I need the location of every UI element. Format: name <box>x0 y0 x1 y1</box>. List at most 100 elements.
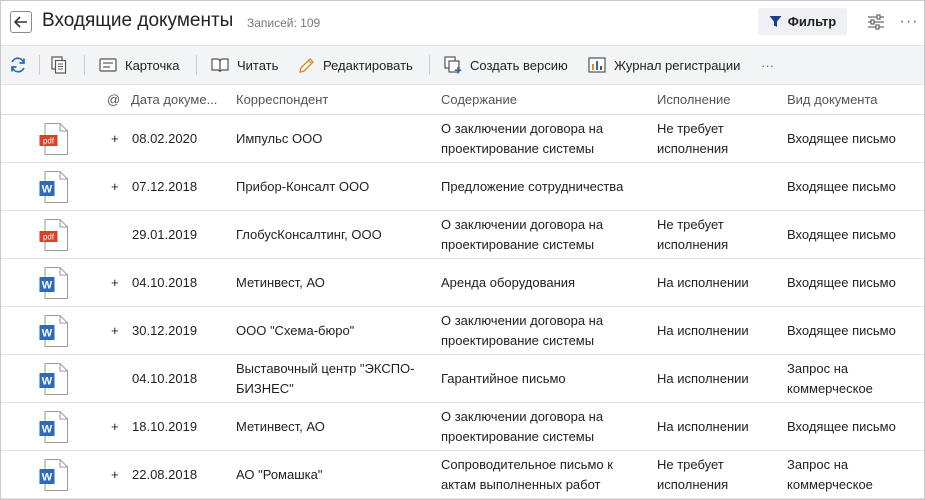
svg-text:W: W <box>42 472 53 484</box>
cell-document-type: Входящее письмо <box>787 179 896 194</box>
column-document-type[interactable]: Вид документа <box>787 92 878 107</box>
column-date[interactable]: Дата докуме... <box>131 92 217 107</box>
word-file-icon: W <box>39 171 69 203</box>
read-button[interactable]: Читать <box>211 46 278 84</box>
column-attachments[interactable]: @ <box>107 92 120 107</box>
table-row[interactable]: W +04.10.2018 Метинвест, АО Аренда оборудов… <box>1 259 924 307</box>
cell-document-type: Запрос на коммерческое <box>787 457 873 492</box>
page-title: Входящие документы <box>42 10 234 31</box>
cell-content: О заключении договора на проектирование … <box>441 313 604 348</box>
pdf-file-icon: pdf <box>39 123 69 155</box>
more-options-button[interactable]: ··· <box>898 11 920 33</box>
cell-content: Аренда оборудования <box>441 275 576 290</box>
table-row[interactable]: pdf +08.02.2020 Импульс ООО О заключении до… <box>1 115 924 163</box>
has-links-marker: + <box>111 419 119 434</box>
sliders-icon <box>868 14 884 30</box>
cell-date: 04.10.2018 <box>132 371 198 386</box>
column-content[interactable]: Содержание <box>441 92 517 107</box>
table-row[interactable]: W +30.12.2019 ООО "Схема-бюро" О заключении… <box>1 307 924 355</box>
cell-execution: Не требует исполнения <box>657 217 729 252</box>
pencil-icon <box>299 57 314 73</box>
arrow-left-icon <box>14 16 27 28</box>
word-file-icon: W <box>39 459 69 491</box>
cell-correspondent: Метинвест, АО <box>236 275 325 290</box>
card-label: Карточка <box>125 57 180 73</box>
cell-execution: На исполнении <box>657 275 749 290</box>
word-file-icon: W <box>39 267 69 299</box>
table-row[interactable]: W 04.10.2018 Выставочный центр "ЭКСПО-БИЗН… <box>1 355 924 403</box>
card-button[interactable]: Карточка <box>99 46 179 84</box>
cell-correspondent: АО "Ромашка" <box>236 467 323 482</box>
copy-button[interactable] <box>51 46 67 84</box>
table-header: @ Дата докуме... Корреспондент Содержани… <box>1 85 924 115</box>
toolbar-divider <box>39 55 40 75</box>
svg-text:W: W <box>42 376 53 388</box>
cell-execution: Не требует исполнения <box>657 121 729 156</box>
svg-text:pdf: pdf <box>43 137 55 146</box>
cell-execution: На исполнении <box>657 323 749 338</box>
cell-date: 08.02.2020 <box>132 131 198 146</box>
cell-content: Предложение сотрудничества <box>441 179 624 194</box>
cell-correspondent: Прибор-Консалт ООО <box>236 179 370 194</box>
new-version-icon <box>444 56 462 74</box>
cell-execution: На исполнении <box>657 419 749 434</box>
cell-content: Сопроводительное письмо к актам выполнен… <box>441 457 613 492</box>
pdf-file-icon: pdf <box>39 219 69 251</box>
filter-label: Фильтр <box>787 14 837 29</box>
word-file-icon: W <box>39 411 69 443</box>
toolbar-more-label: ··· <box>761 57 774 73</box>
settings-button[interactable] <box>865 11 887 33</box>
column-execution[interactable]: Исполнение <box>657 92 731 107</box>
has-links-marker: + <box>111 131 119 146</box>
window: Входящие документы Записей: 109 Фильтр ·… <box>0 0 925 500</box>
refresh-icon <box>11 57 25 73</box>
filter-button[interactable]: Фильтр <box>758 8 847 35</box>
journal-chart-icon <box>588 57 606 73</box>
cell-date: 18.10.2019 <box>132 419 198 434</box>
cell-correspondent: Метинвест, АО <box>236 419 325 434</box>
journal-button[interactable]: Журнал регистрации <box>588 46 740 84</box>
create-version-button[interactable]: Создать версию <box>444 46 568 84</box>
funnel-icon <box>769 16 782 27</box>
word-file-icon: W <box>39 363 69 395</box>
svg-text:W: W <box>42 184 53 196</box>
cell-content: О заключении договора на проектирование … <box>441 217 604 252</box>
table-row[interactable]: W +22.08.2018 АО "Ромашка" Сопроводительное… <box>1 451 924 499</box>
toolbar-more-button[interactable]: ··· <box>761 46 774 84</box>
cell-correspondent: ГлобусКонсалтинг, ООО <box>236 227 382 242</box>
cell-content: О заключении договора на проектирование … <box>441 121 604 156</box>
cell-date: 29.01.2019 <box>132 227 198 242</box>
edit-label: Редактировать <box>323 57 413 73</box>
read-label: Читать <box>237 57 279 73</box>
cell-date: 30.12.2019 <box>132 323 198 338</box>
svg-text:W: W <box>42 280 53 292</box>
edit-button[interactable]: Редактировать <box>298 46 413 84</box>
cell-execution: На исполнении <box>657 371 749 386</box>
cell-execution: Не требует исполнения <box>657 457 729 492</box>
cell-document-type: Входящее письмо <box>787 323 896 338</box>
column-correspondent[interactable]: Корреспондент <box>236 92 328 107</box>
toolbar-divider <box>84 55 85 75</box>
create-version-label: Создать версию <box>470 57 568 73</box>
cell-document-type: Входящее письмо <box>787 227 896 242</box>
toolbar: Карточка Читать Редактировать Создать ве… <box>1 45 924 85</box>
refresh-button[interactable] <box>9 46 27 84</box>
has-links-marker: + <box>111 179 119 194</box>
toolbar-divider <box>429 55 430 75</box>
word-file-icon: W <box>39 315 69 347</box>
cell-correspondent: Импульс ООО <box>236 131 323 146</box>
svg-text:W: W <box>42 328 53 340</box>
cell-correspondent: ООО "Схема-бюро" <box>236 323 355 338</box>
has-links-marker: + <box>111 323 119 338</box>
cell-date: 07.12.2018 <box>132 179 198 194</box>
table-row[interactable]: pdf 29.01.2019 ГлобусКонсалтинг, ООО О закл… <box>1 211 924 259</box>
cell-document-type: Входящее письмо <box>787 275 896 290</box>
back-button[interactable] <box>10 11 32 33</box>
table-row[interactable]: W +18.10.2019 Метинвест, АО О заключении до… <box>1 403 924 451</box>
card-icon <box>99 58 117 72</box>
table-row[interactable]: W +07.12.2018 Прибор-Консалт ООО Предложени… <box>1 163 924 211</box>
copy-icon <box>51 56 67 74</box>
has-links-marker: + <box>111 275 119 290</box>
svg-text:W: W <box>42 424 53 436</box>
cell-date: 22.08.2018 <box>132 467 198 482</box>
